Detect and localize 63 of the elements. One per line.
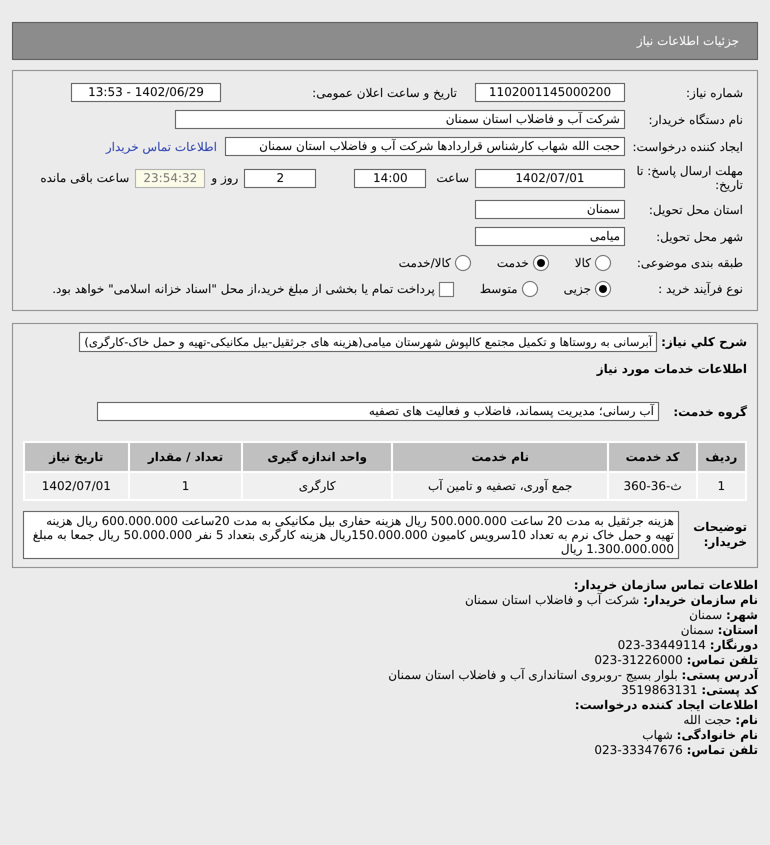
contact-line: نام خانوادگی: شهاب bbox=[641, 728, 758, 743]
remaining-time-field: 23:54:32 bbox=[135, 168, 206, 188]
table-cell: جمع آوری، تصفیه و تامین آب bbox=[393, 473, 608, 499]
field-label: مهلت ارسال پاسخ: تا تاریخ: bbox=[635, 164, 743, 192]
table-cell: کارگری bbox=[243, 473, 391, 499]
buyer-notes-label: توضیحات خریدار: bbox=[692, 520, 747, 550]
value-field: 14:00 bbox=[354, 168, 426, 188]
value-field: سمنان bbox=[475, 200, 625, 219]
buyer-notes-field: هزینه جرثقیل به مدت 20 ساعت 500.000.000 ریال هزینه حفاری بیل مکانیکی به مدت 20ساعت 600.000.000 ریال هزینه تهیه و حمل خاک نرم به تعداد 10سرویس کامیون 150.000.000ریال هزینه کارگری بتعداد 5 نفر 50.000.000 ریال جمعا به مبلغ 1.300.000.000 ریال bbox=[23, 511, 679, 559]
column-header: کد خدمت bbox=[609, 443, 696, 471]
value-field: 1402/07/01 bbox=[475, 168, 625, 188]
summary-label: شرح کلي نياز: bbox=[661, 334, 747, 351]
value-field: 1102001145000200 bbox=[475, 83, 625, 102]
treasury-payment-checkbox[interactable]: پرداخت تمام یا بخشی از مبلغ خرید،از محل "اسناد خزانه اسلامی" خواهد بود. bbox=[52, 280, 454, 298]
field-label: نام دستگاه خریدار: bbox=[648, 112, 743, 128]
header-bar: جزئیات اطلاعات نیاز bbox=[12, 22, 758, 60]
radio-icon[interactable] bbox=[595, 255, 611, 271]
value-field: شرکت آب و فاضلاب استان سمنان bbox=[175, 110, 625, 129]
table-cell: 1402/07/01 bbox=[25, 473, 128, 499]
field-label: تاریخ و ساعت اعلان عمومی: bbox=[311, 84, 458, 102]
buyer-contact-link[interactable]: اطلاعات تماس خریدار bbox=[106, 138, 217, 156]
radio-icon[interactable] bbox=[454, 255, 471, 271]
radio-option[interactable]: کالا/خدمت bbox=[398, 254, 471, 272]
value-field: میامی bbox=[475, 227, 625, 246]
field-label: ایجاد کننده درخواست: bbox=[631, 138, 743, 156]
field-label: استان محل تحویل: bbox=[648, 202, 743, 218]
summary-field: آبرسانی به روستاها و تکمیل مجتمع کالپوش شهرستان میامی(هزینه های جرثقیل-بیل مکانیکی-تهیه و حمل خاک-کارگری) bbox=[79, 332, 658, 352]
field-label: نوع فرآیند خرید : bbox=[657, 281, 743, 298]
section-title: اطلاعات خدمات مورد نیاز bbox=[595, 361, 747, 378]
days-label: روز و bbox=[211, 170, 238, 187]
radio-option[interactable]: خدمت bbox=[496, 254, 549, 272]
contact-heading: اطلاعات ایجاد کننده درخواست: bbox=[574, 698, 758, 713]
service-group-label: گروه خدمت: bbox=[672, 404, 747, 420]
column-header: واحد اندازه گیری bbox=[243, 443, 391, 471]
column-header: ردیف bbox=[698, 443, 745, 471]
value-field: 1402/06/29 - 13:53 bbox=[71, 83, 221, 102]
radio-option[interactable]: متوسط bbox=[480, 280, 538, 298]
value-field: حجت الله شهاب کارشناس قراردادها شرکت آب و فاضلاب استان سمنان bbox=[225, 137, 625, 156]
column-header: نام خدمت bbox=[393, 443, 608, 471]
table-cell: ث-36-360 bbox=[609, 473, 696, 499]
radio-icon[interactable] bbox=[522, 281, 538, 297]
table-cell: 1 bbox=[130, 473, 242, 499]
time-label: ساعت bbox=[436, 170, 469, 187]
column-header: تاریخ نیاز bbox=[25, 443, 128, 471]
contact-line: نام سازمان خریدار: شرکت آب و فاضلاب استان سمنان bbox=[464, 593, 758, 608]
contact-heading: اطلاعات تماس سازمان خریدار: bbox=[572, 578, 758, 593]
checkbox-icon[interactable] bbox=[438, 282, 454, 296]
value-field: 2 bbox=[244, 168, 316, 188]
column-header: تعداد / مقدار bbox=[130, 443, 242, 471]
radio-option[interactable]: جزیی bbox=[564, 280, 611, 298]
field-label: شهر محل تحویل: bbox=[655, 228, 743, 246]
contact-line: استان: سمنان bbox=[680, 623, 758, 638]
contact-line: آدرس پستی: بلوار بسیج -روبروی استانداری آب و فاضلاب استان سمنان bbox=[387, 668, 758, 683]
field-label: طبقه بندی موضوعی: bbox=[636, 255, 743, 272]
remaining-label: ساعت باقی مانده bbox=[40, 170, 130, 187]
value-field: آب رسانی؛ مدیریت پسماند، فاضلاب و فعالیت های تصفیه bbox=[97, 402, 659, 421]
radio-icon[interactable] bbox=[595, 281, 611, 297]
field-label: شماره نیاز: bbox=[685, 84, 743, 102]
radio-icon[interactable] bbox=[532, 255, 549, 271]
contact-line: نام: حجت الله bbox=[682, 713, 758, 728]
table-cell: 1 bbox=[698, 473, 745, 499]
radio-option[interactable]: کالا bbox=[574, 254, 611, 272]
contact-line: شهر: سمنان bbox=[688, 608, 758, 623]
